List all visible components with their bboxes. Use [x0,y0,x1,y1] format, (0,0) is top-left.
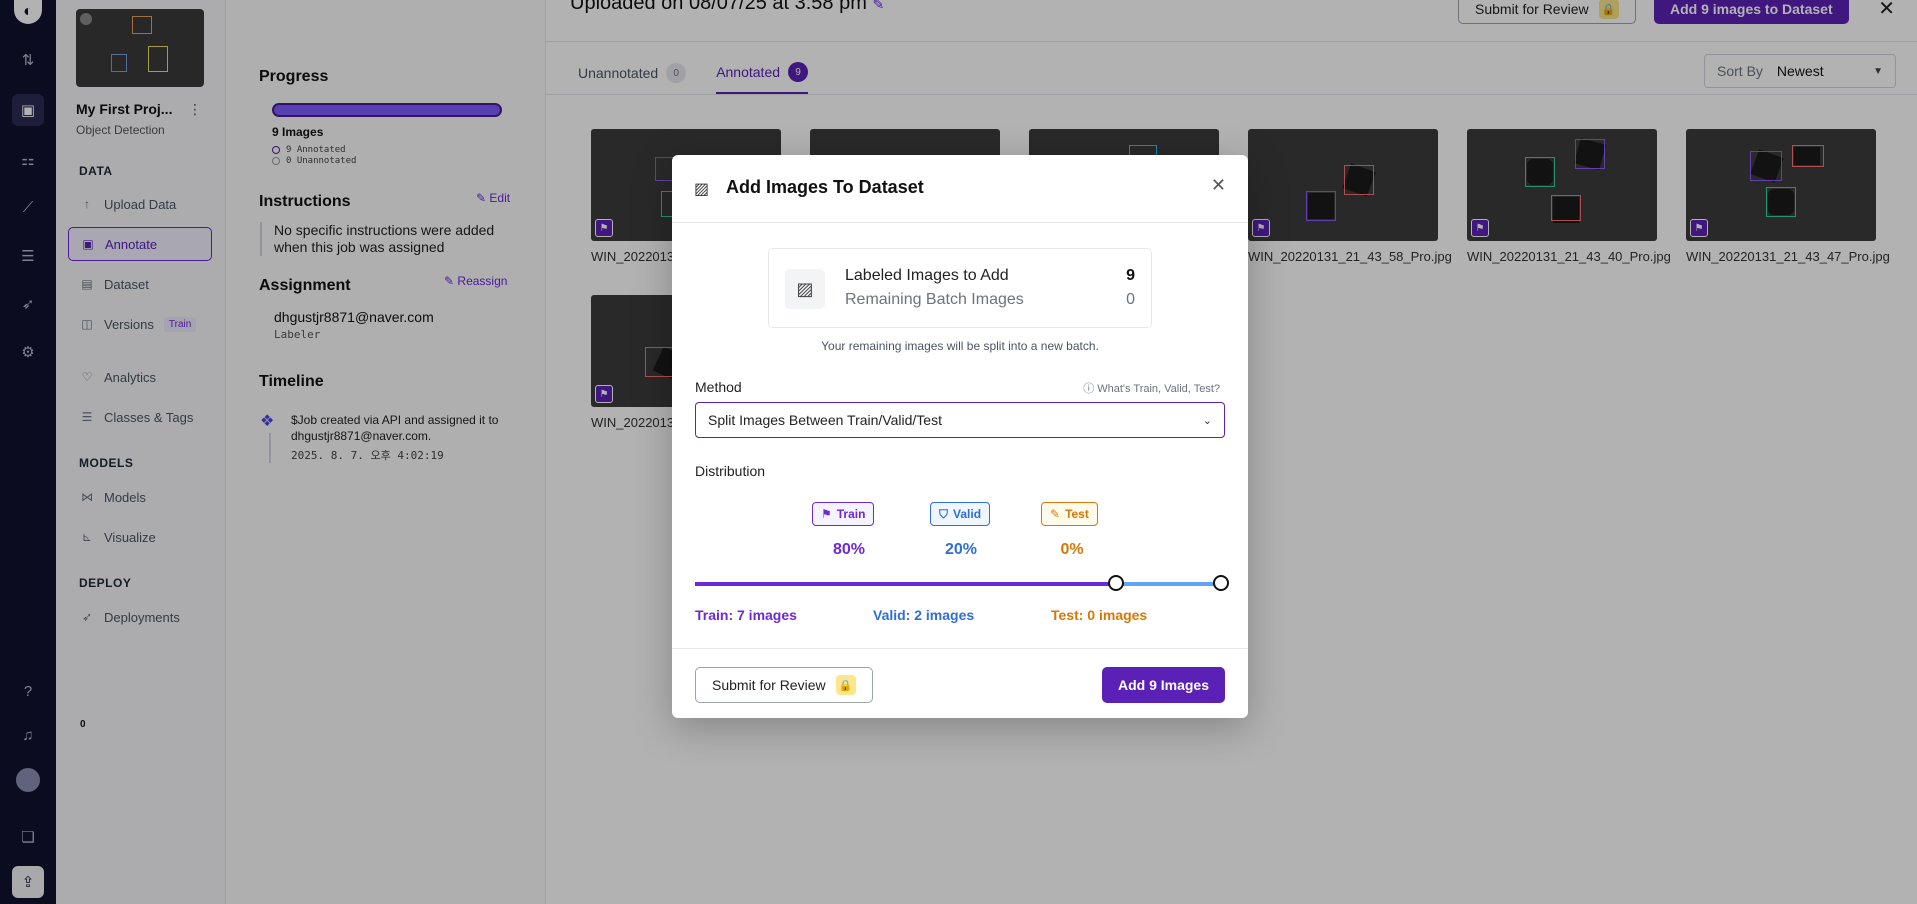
help-link[interactable]: ⓘ What's Train, Valid, Test? [1083,380,1220,396]
method-select[interactable]: Split Images Between Train/Valid/Test ⌄ [695,402,1225,438]
remaining-images-label: Remaining Batch Images [845,291,1024,308]
test-count: Test: 0 images [1051,607,1148,623]
submit-review-button[interactable]: Submit for Review 🔒 [695,667,873,703]
split-note: Your remaining images will be split into… [821,339,1099,353]
close-icon[interactable]: ✕ [1211,175,1226,196]
remaining-images-value: 0 [1126,291,1135,308]
modal-title: Add Images To Dataset [726,177,924,197]
summary-box: ▨ Labeled Images to Add 9 Remaining Batc… [768,248,1152,328]
image-icon: ▨ [694,181,710,198]
add-images-button[interactable]: Add 9 Images [1101,667,1225,703]
train-segment [695,582,1116,586]
image-icon: ▨ [785,269,825,309]
valid-count: Valid: 2 images [873,607,975,623]
valid-pill: ⛉ Valid [930,502,991,526]
valid-segment [1115,582,1221,586]
test-pill: ✎ Test [1041,502,1098,526]
distribution-label: Distribution [695,463,766,479]
shield-icon: ⛉ [939,506,949,521]
lock-icon: 🔒 [835,675,856,695]
labeled-images-label: Labeled Images to Add [845,267,1009,284]
labeled-images-value: 9 [1126,267,1135,284]
train-pill: ⚑ Train [812,502,875,526]
valid-test-slider-handle[interactable] [1213,575,1229,591]
train-count: Train: 7 images [695,607,797,623]
add-images-modal: ▨ Add Images To Dataset ✕ ▨ Labeled Imag… [672,155,1248,718]
modal-header: ▨ Add Images To Dataset ✕ [672,155,1248,223]
valid-percent: 20% [944,541,978,558]
question-icon: ⓘ [1083,383,1095,395]
split-slider[interactable] [695,582,1221,586]
test-percent: 0% [1060,541,1084,558]
chevron-down-icon: ⌄ [1202,414,1212,427]
pencil-icon: ✎ [1050,507,1061,521]
train-valid-slider-handle[interactable] [1107,575,1124,591]
runner-icon: ⚑ [821,507,832,521]
train-percent: 80% [832,541,866,558]
method-label: Method [695,379,742,395]
modal-footer-divider [672,648,1248,649]
